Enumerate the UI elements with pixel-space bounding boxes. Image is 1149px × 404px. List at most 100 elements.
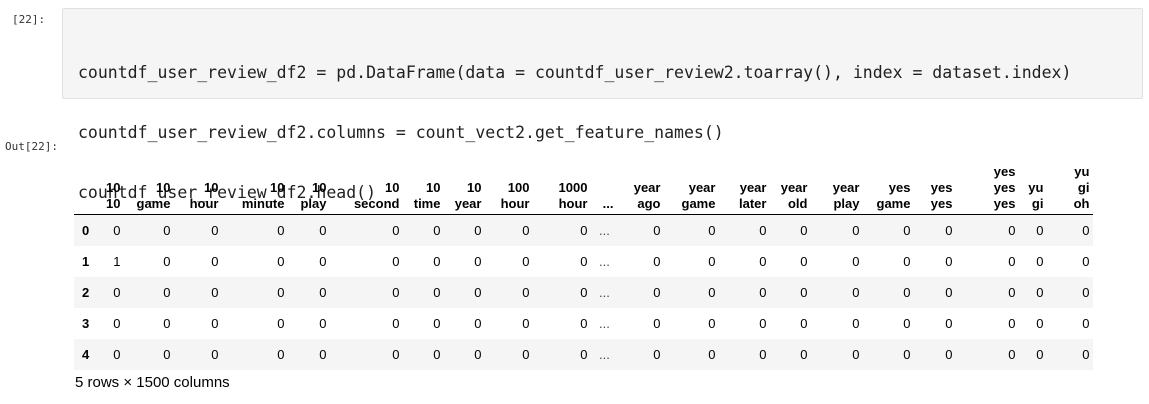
column-header: yu gi [1019, 156, 1048, 215]
code-cell[interactable]: countdf_user_review_df2 = pd.DataFrame(d… [62, 8, 1143, 202]
dataframe-table: 10 10 10 game 10 hour 10 minute 10 play 10 second 10… [74, 156, 1094, 370]
table-cell: 0 [708, 346, 716, 362]
table-cell: 0 [1082, 315, 1090, 331]
table-cell: 0 [708, 253, 716, 269]
table-cell: 0 [522, 222, 530, 238]
column-header-word: 10 [312, 180, 327, 195]
table-cell: 0 [1008, 346, 1016, 362]
column-header-word: second [353, 196, 400, 211]
table-cell: 0 [903, 315, 911, 331]
table-cell: 0 [319, 253, 327, 269]
table-cell: 0 [580, 253, 588, 269]
table-cell: 0 [474, 315, 482, 331]
table-cell: 0 [163, 253, 171, 269]
table-cell: 0 [474, 346, 482, 362]
column-header: year ago [617, 156, 665, 215]
table-cell: 0 [580, 284, 588, 300]
ellipsis-cell: ... [599, 346, 610, 362]
table-cell: 0 [433, 346, 441, 362]
column-header: 10 play [288, 156, 331, 215]
table-cell: 0 [759, 253, 767, 269]
column-header: yu gi oh [1047, 156, 1094, 215]
column-header-word: gi [1077, 180, 1090, 195]
input-prompt: [22]: [12, 13, 46, 26]
column-header-word: yes [930, 180, 953, 195]
column-header-word: play [833, 196, 860, 211]
table-cell: 0 [392, 284, 400, 300]
column-header: yes game [863, 156, 915, 215]
column-header-word: 10 [385, 180, 400, 195]
column-header-word: 100 [507, 180, 530, 195]
table-cell: 0 [580, 222, 588, 238]
table-cell: 0 [800, 222, 808, 238]
column-header-word: 10 [204, 180, 219, 195]
output-prompt: Out[22]: [5, 140, 58, 153]
table-cell: 0 [653, 315, 661, 331]
table-cell: 0 [392, 222, 400, 238]
table-cell: 0 [653, 253, 661, 269]
table-row: 4 0 0 0 0 0 0 0 0 0 0... 0 0 0 0 0 0 0 0 0 0 [74, 338, 1094, 370]
table-cell: 0 [653, 284, 661, 300]
column-header-word: ago [637, 196, 661, 211]
column-header-word: year [633, 180, 661, 195]
column-header-word: 10 [106, 196, 121, 211]
column-header-word: 10 [467, 180, 482, 195]
table-cell: 0 [903, 284, 911, 300]
index-header [74, 156, 102, 215]
table-cell: 0 [1036, 284, 1044, 300]
ellipsis-cell: ... [599, 222, 610, 238]
table-cell: 0 [759, 284, 767, 300]
table-cell: 0 [708, 222, 716, 238]
table-cell: 0 [1082, 346, 1090, 362]
table-cell: 0 [113, 315, 121, 331]
table-cell: 0 [113, 222, 121, 238]
table-cell: 0 [945, 222, 953, 238]
table-cell: 0 [522, 253, 530, 269]
table-row: 1 1 0 0 0 0 0 0 0 0 0... 0 0 0 0 0 0 0 0 0 0 [74, 246, 1093, 277]
column-header-word: hour [189, 196, 219, 211]
table-cell: 0 [163, 222, 171, 238]
column-header-word: yes [993, 180, 1016, 195]
table-cell: 0 [474, 284, 482, 300]
table-cell: 0 [392, 346, 400, 362]
column-header: 10 time [403, 156, 445, 215]
column-header-word: 10 [426, 180, 441, 195]
column-header: 10 minute [222, 156, 289, 215]
table-cell: 0 [852, 315, 860, 331]
column-header-word: yes [993, 196, 1016, 211]
table-cell: 0 [433, 315, 441, 331]
table-cell: 0 [277, 222, 285, 238]
table-cell: 0 [113, 284, 121, 300]
column-header-row: 10 10 10 game 10 hour 10 minute 10 play 10 second 10… [74, 156, 1094, 215]
table-cell: 0 [319, 346, 327, 362]
table-cell: 0 [903, 253, 911, 269]
column-header-word: ... [602, 196, 614, 211]
table-cell: 0 [211, 315, 219, 331]
column-header-word: time [413, 196, 441, 211]
table-cell: 0 [1036, 346, 1044, 362]
column-header: 10 10 [102, 156, 125, 215]
table-cell: 0 [852, 253, 860, 269]
table-cell: 0 [392, 315, 400, 331]
table-cell: 0 [903, 222, 911, 238]
ellipsis-cell: ... [599, 253, 610, 269]
column-header-word: 1000 [558, 180, 588, 195]
column-header: year play [811, 156, 864, 215]
table-cell: 0 [522, 315, 530, 331]
row-index: 1 [82, 253, 90, 269]
table-cell: 0 [945, 346, 953, 362]
table-cell: 1 [113, 253, 121, 269]
table-cell: 0 [708, 284, 716, 300]
table-cell: 0 [211, 222, 219, 238]
column-header-word: hour [500, 196, 530, 211]
table-cell: 0 [1082, 253, 1090, 269]
table-cell: 0 [852, 284, 860, 300]
row-index: 3 [82, 315, 90, 331]
column-header-word: year [454, 196, 482, 211]
column-header: yes yes [914, 156, 957, 215]
table-cell: 0 [708, 315, 716, 331]
column-header: yes yes yes [956, 156, 1020, 215]
column-header: 10 game [124, 156, 175, 215]
column-header-word: gi [1031, 196, 1044, 211]
table-cell: 0 [113, 346, 121, 362]
